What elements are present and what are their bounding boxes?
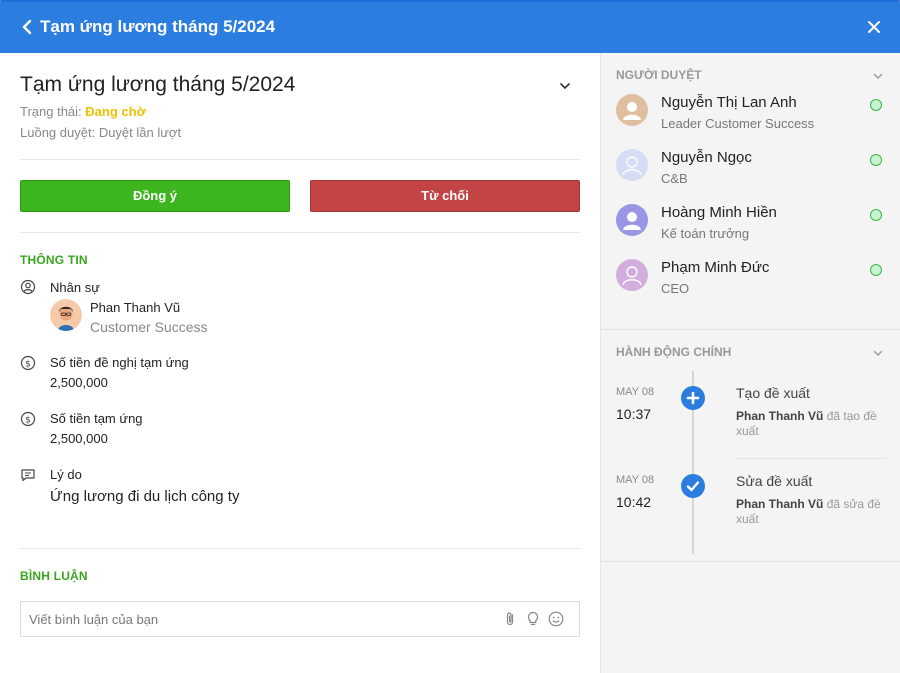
status-label: Trạng thái: bbox=[20, 104, 82, 119]
status-dot bbox=[870, 99, 882, 111]
status-dot bbox=[870, 154, 882, 166]
info-section-title: THÔNG TIN bbox=[20, 253, 88, 267]
flow-label: Luồng duyệt: bbox=[20, 125, 96, 140]
chevron-down-icon[interactable] bbox=[872, 70, 884, 82]
user-circle-icon bbox=[20, 279, 36, 295]
chevron-down-icon[interactable] bbox=[558, 79, 572, 93]
activity-actor: Phan Thanh Vũ bbox=[736, 497, 824, 511]
svg-text:$: $ bbox=[25, 360, 31, 370]
advance-amount-value: 2,500,000 bbox=[50, 431, 108, 446]
paperclip-icon[interactable] bbox=[501, 610, 519, 628]
request-detail-panel: Tạm ứng lương tháng 5/2024 Trạng thái: Đ… bbox=[0, 53, 600, 673]
message-icon bbox=[21, 469, 35, 482]
reject-button[interactable]: Từ chối bbox=[310, 180, 580, 212]
dollar-circle-icon: $ bbox=[20, 355, 36, 371]
employee-avatar bbox=[50, 299, 82, 331]
reason-label: Lý do bbox=[50, 467, 82, 482]
lightbulb-icon[interactable] bbox=[524, 610, 542, 628]
status-dot bbox=[870, 209, 882, 221]
divider bbox=[20, 232, 580, 233]
comment-box bbox=[20, 601, 580, 637]
flow-value: Duyệt lần lượt bbox=[98, 125, 182, 140]
approve-button[interactable]: Đồng ý bbox=[20, 180, 290, 212]
avatar bbox=[616, 204, 648, 236]
plus-icon bbox=[681, 386, 705, 410]
activity-time: 10:42 bbox=[616, 494, 652, 510]
activity-time: 10:37 bbox=[616, 406, 652, 422]
employee-department: Customer Success bbox=[90, 319, 208, 335]
activity-description: Phan Thanh Vũ đã tạo đề xuất bbox=[736, 409, 891, 439]
request-title: Tạm ứng lương tháng 5/2024 bbox=[20, 73, 296, 96]
activity-actor: Phan Thanh Vũ bbox=[736, 409, 824, 423]
approver-role: Leader Customer Success bbox=[661, 116, 815, 131]
divider bbox=[20, 548, 580, 549]
employee-name: Phan Thanh Vũ bbox=[90, 300, 181, 315]
avatar bbox=[616, 259, 648, 291]
approval-flow-line: Luồng duyệt: Duyệt lần lượt bbox=[20, 125, 181, 140]
check-icon bbox=[681, 474, 705, 498]
divider bbox=[601, 561, 900, 562]
approver-name: Hoàng Minh Hiền bbox=[661, 204, 777, 221]
status-line: Trạng thái: Đang chờ bbox=[20, 104, 146, 119]
activity-action: Tạo đề xuất bbox=[736, 385, 810, 401]
advance-amount-label: Số tiền tạm ứng bbox=[50, 411, 143, 426]
sidebar-panel: NGƯỜI DUYỆT Nguyễn Thị Lan Anh Leader Cu… bbox=[600, 53, 900, 673]
emoji-icon[interactable] bbox=[547, 610, 565, 628]
user-placeholder-icon bbox=[623, 212, 641, 230]
close-icon[interactable] bbox=[864, 17, 884, 37]
divider bbox=[601, 329, 900, 330]
activity-description: Phan Thanh Vũ đã sửa đề xuất bbox=[736, 497, 891, 527]
user-placeholder-icon bbox=[622, 266, 642, 286]
requested-amount-value: 2,500,000 bbox=[50, 375, 108, 390]
reason-value: Ứng lương đi du lịch công ty bbox=[50, 488, 240, 505]
dollar-circle-icon: $ bbox=[20, 411, 36, 427]
approver-name: Nguyễn Thị Lan Anh bbox=[661, 94, 797, 111]
top-bar: Tạm ứng lương tháng 5/2024 bbox=[0, 2, 900, 53]
chevron-down-icon[interactable] bbox=[872, 347, 884, 359]
user-placeholder-icon bbox=[622, 156, 642, 176]
user-placeholder-icon bbox=[623, 102, 641, 120]
approver-role: C&B bbox=[661, 171, 688, 186]
comment-input[interactable] bbox=[29, 609, 499, 629]
window-title: Tạm ứng lương tháng 5/2024 bbox=[40, 17, 276, 36]
comments-section-title: BÌNH LUẬN bbox=[20, 569, 88, 583]
avatar bbox=[616, 94, 648, 126]
approvers-title: NGƯỜI DUYỆT bbox=[616, 68, 702, 82]
activity-date: MAY 08 bbox=[616, 386, 655, 398]
requested-amount-label: Số tiền đề nghị tạm ứng bbox=[50, 355, 189, 370]
divider bbox=[736, 458, 886, 459]
back-chevron-icon[interactable] bbox=[18, 16, 36, 38]
approver-name: Nguyễn Ngọc bbox=[661, 149, 752, 166]
approver-role: Kế toán trưởng bbox=[661, 226, 750, 241]
svg-text:$: $ bbox=[25, 416, 31, 426]
approver-name: Phạm Minh Đức bbox=[661, 259, 770, 276]
status-dot bbox=[870, 264, 882, 276]
divider bbox=[20, 159, 580, 160]
activity-title: HÀNH ĐỘNG CHÍNH bbox=[616, 345, 732, 359]
avatar bbox=[616, 149, 648, 181]
status-badge: Đang chờ bbox=[85, 104, 146, 119]
activity-action: Sửa đề xuất bbox=[736, 473, 813, 489]
activity-date: MAY 08 bbox=[616, 474, 655, 486]
employee-label: Nhân sự bbox=[50, 280, 100, 295]
approver-role: CEO bbox=[661, 281, 690, 296]
